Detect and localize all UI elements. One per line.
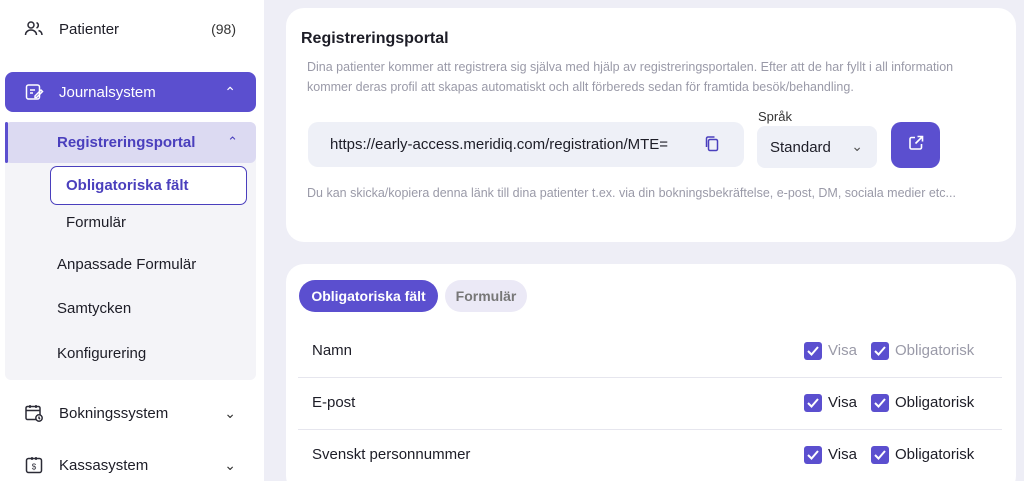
calendar-icon (23, 402, 45, 424)
sidebar-item-registration[interactable]: Registreringsportal ⌃ (5, 122, 256, 163)
show-checkbox[interactable] (804, 446, 822, 464)
users-icon (23, 18, 45, 40)
patient-count: (98) (211, 21, 236, 37)
sidebar-item-journal[interactable]: Journalsystem ⌃ (5, 72, 256, 112)
show-label: Visa (828, 394, 857, 411)
required-checkbox[interactable] (871, 342, 889, 360)
show-label: Visa (828, 446, 857, 463)
chevron-down-icon: ⌄ (224, 456, 236, 473)
sidebar-item-label: Journalsystem (59, 83, 156, 101)
external-link-icon (907, 134, 925, 157)
chevron-up-icon: ⌃ (224, 83, 236, 100)
sidebar-item-label: Obligatoriska fält (66, 177, 189, 194)
sidebar-item-booking[interactable]: Bokningssystem ⌄ (5, 396, 256, 430)
registration-portal-card: Registreringsportal Dina patienter komme… (286, 8, 1016, 242)
sidebar-item-required-fields[interactable]: Obligatoriska fält (50, 166, 247, 205)
active-indicator (5, 122, 8, 163)
journal-edit-icon (23, 81, 45, 103)
copy-icon[interactable] (702, 134, 722, 154)
svg-text:$: $ (32, 463, 37, 472)
sidebar-item-cash[interactable]: $ Kassasystem ⌄ (5, 448, 256, 481)
registration-url: https://early-access.meridiq.com/registr… (330, 136, 669, 153)
sidebar-item-custom-forms[interactable]: Anpassade Formulär (57, 256, 196, 273)
chevron-down-icon: ⌄ (224, 404, 236, 421)
required-label: Obligatorisk (895, 342, 975, 359)
registration-url-field[interactable]: https://early-access.meridiq.com/registr… (308, 122, 744, 167)
show-checkbox[interactable] (804, 394, 822, 412)
sidebar-item-forms[interactable]: Formulär (66, 214, 126, 231)
card-description: Dina patienter kommer att registrera sig… (307, 60, 954, 94)
show-checkbox[interactable] (804, 342, 822, 360)
required-checkbox[interactable] (871, 394, 889, 412)
open-portal-button[interactable] (891, 122, 940, 168)
language-label: Språk (758, 109, 792, 124)
sidebar-item-consents[interactable]: Samtycken (57, 300, 131, 317)
sidebar-item-label: Bokningssystem (59, 404, 169, 422)
required-label: Obligatorisk (895, 394, 975, 411)
tab-required-fields[interactable]: Obligatoriska fält (299, 280, 438, 312)
table-row: E-post Visa Obligatorisk (298, 378, 1002, 430)
language-select[interactable]: Standard ⌄ (757, 126, 877, 168)
chevron-up-icon: ⌃ (227, 134, 238, 149)
fields-card: Obligatoriska fält Formulär Namn Visa Ob… (286, 264, 1016, 481)
language-value: Standard (770, 139, 831, 156)
sidebar-item-label: Patienter (59, 20, 120, 38)
required-label: Obligatorisk (895, 446, 975, 463)
sidebar: Patienter (98) Journalsystem ⌃ Registrer… (0, 0, 264, 481)
sidebar-item-patients[interactable]: Patienter (98) (5, 10, 256, 48)
required-checkbox[interactable] (871, 446, 889, 464)
field-name: Svenskt personnummer (312, 446, 471, 463)
tab-forms[interactable]: Formulär (445, 280, 527, 312)
table-row: Svenskt personnummer Visa Obligatorisk (298, 430, 1002, 481)
sidebar-item-label: Registreringsportal (57, 134, 196, 151)
chevron-down-icon: ⌄ (851, 138, 863, 154)
share-hint: Du kan skicka/kopiera denna länk till di… (307, 186, 956, 200)
field-name: Namn (312, 342, 353, 359)
sidebar-item-label: Kassasystem (59, 456, 149, 474)
cash-register-icon: $ (23, 454, 45, 476)
table-row: Namn Visa Obligatorisk (298, 326, 1002, 378)
field-name: E-post (312, 394, 356, 411)
show-label: Visa (828, 342, 857, 359)
sidebar-item-configuration[interactable]: Konfigurering (57, 345, 146, 362)
card-title: Registreringsportal (301, 30, 449, 47)
